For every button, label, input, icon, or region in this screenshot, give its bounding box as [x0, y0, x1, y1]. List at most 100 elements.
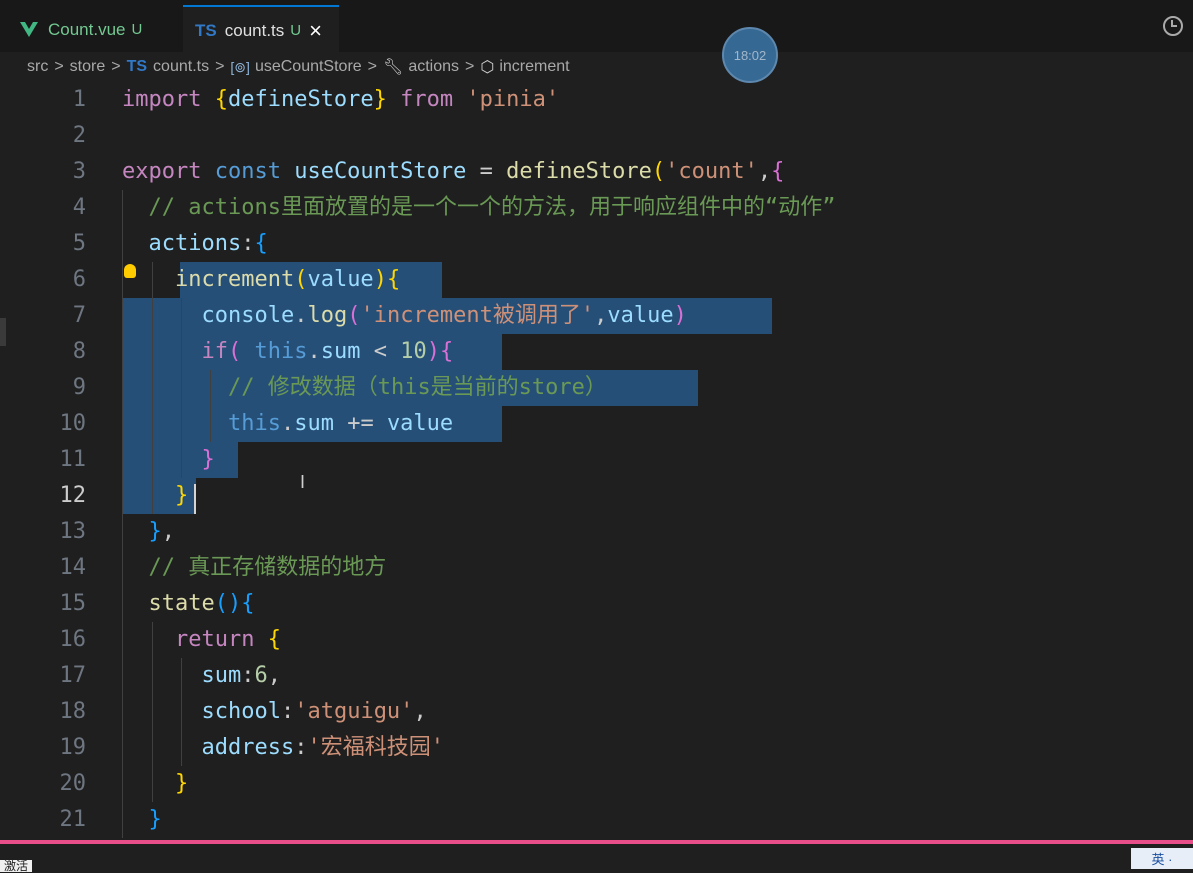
token: , [757, 159, 772, 184]
token: , [413, 699, 427, 724]
breadcrumb-store[interactable]: store [70, 58, 106, 76]
token: 'increment被调用了' [360, 303, 595, 328]
breadcrumb-property[interactable]: actions [408, 58, 459, 76]
code-text: } [122, 478, 188, 514]
breadcrumb-symbol[interactable]: useCountStore [255, 58, 362, 76]
tab-count-vue[interactable]: Count.vue U [8, 7, 178, 52]
token: : [241, 663, 255, 688]
code-text: this.sum += value [122, 406, 453, 442]
breadcrumb-file[interactable]: count.ts [153, 58, 209, 76]
code-text: if( this.sum < 10){ [122, 334, 453, 370]
token: if [201, 339, 228, 364]
token: { [214, 87, 228, 112]
comment: // actions里面放置的是一个一个的方法，用于响应组件中的“动作” [148, 195, 836, 220]
token: } [148, 519, 162, 544]
untracked-badge: U [290, 22, 302, 39]
tab-label: count.ts [224, 20, 285, 40]
token: state [148, 591, 215, 616]
token: 'count' [665, 159, 758, 184]
token: 6 [254, 663, 268, 688]
line-number: 5 [72, 231, 86, 256]
token: { [267, 627, 281, 652]
token: , [267, 663, 281, 688]
code-line: 8 if( this.sum < 10){ [0, 334, 1193, 370]
token: . [307, 339, 321, 364]
breadcrumb-src[interactable]: src [27, 58, 48, 76]
token: const [214, 159, 295, 184]
token: sum [320, 339, 361, 364]
token: : [294, 735, 308, 760]
code-line: 4 // actions里面放置的是一个一个的方法，用于响应组件中的“动作” [0, 190, 1193, 226]
code-line: 15 state(){ [0, 586, 1193, 622]
token: { [439, 339, 454, 364]
token: defineStore [506, 159, 652, 184]
code-line: 6 increment(value){ [0, 262, 1193, 298]
vue-file-icon [20, 22, 38, 37]
token: defineStore [227, 87, 374, 112]
line-number: 17 [59, 663, 87, 688]
line-number: 19 [59, 735, 87, 760]
code-text: address:'宏福科技园' [122, 730, 444, 766]
code-editor[interactable]: 1 import {defineStore} from 'pinia' 2 3 … [0, 82, 1193, 842]
wrench-icon: 🔧︎ [383, 59, 404, 76]
code-text: // actions里面放置的是一个一个的方法，用于响应组件中的“动作” [122, 190, 836, 226]
code-text: increment(value){ [122, 262, 400, 298]
chevron-right-icon: > [111, 58, 121, 75]
tab-count-ts[interactable]: TS count.ts U × [183, 5, 339, 54]
token: from [386, 87, 467, 112]
token: += [333, 411, 387, 436]
code-text: actions:{ [122, 226, 268, 262]
taskbar-label[interactable]: 激活 [0, 860, 33, 872]
code-text: state(){ [122, 586, 255, 622]
line-number: 21 [59, 807, 87, 832]
line-number: 15 [59, 591, 87, 616]
token: . [280, 411, 295, 436]
code-text: import {defineStore} from 'pinia' [122, 82, 559, 118]
token: increment [174, 267, 295, 292]
token: useCountStore [294, 159, 467, 184]
code-line: 20 } [0, 766, 1193, 802]
code-text: } [122, 442, 214, 478]
token: value [307, 267, 374, 292]
tab-label: Count.vue [48, 19, 126, 39]
token: value [607, 303, 674, 328]
token: sum [294, 411, 334, 436]
token: , [594, 303, 608, 328]
code-line: 16 return { [0, 622, 1193, 658]
token: ) [426, 339, 440, 364]
code-line: 5 actions:{ [0, 226, 1193, 262]
token: sum [201, 663, 242, 688]
token: ( [294, 267, 308, 292]
line-number: 3 [72, 159, 86, 184]
code-text: } [122, 802, 162, 838]
breadcrumb-method[interactable]: increment [499, 58, 569, 76]
close-icon[interactable]: × [309, 19, 322, 42]
token: log [307, 303, 348, 328]
history-icon[interactable] [1163, 16, 1183, 36]
text-caret [194, 484, 196, 514]
token: : [280, 699, 295, 724]
token: this [254, 339, 308, 364]
token: } [174, 483, 189, 508]
token: 'pinia' [466, 87, 560, 112]
code-line: 12 } [0, 478, 1193, 514]
code-line: 18 school:'atguigu', [0, 694, 1193, 730]
line-number: 8 [72, 339, 86, 364]
code-line: 11 } [0, 442, 1193, 478]
token: { [254, 231, 268, 256]
token: school [201, 699, 281, 724]
token: '宏福科技园' [307, 735, 444, 760]
line-number: 1 [72, 87, 86, 112]
token: = [466, 159, 507, 184]
token: ) [373, 267, 387, 292]
code-text: console.log('increment被调用了',value) [122, 298, 686, 334]
ime-indicator[interactable]: 英 · [1131, 848, 1193, 869]
token: export [122, 159, 215, 184]
token: { [241, 591, 255, 616]
code-line: 3 export const useCountStore = defineSto… [0, 154, 1193, 190]
mouse-ibeam-icon: I [300, 472, 306, 492]
code-line: 7 console.log('increment被调用了',value) [0, 298, 1193, 334]
code-text: // 修改数据（this是当前的store） [122, 370, 607, 406]
code-text: school:'atguigu', [122, 694, 427, 730]
code-line: 2 [0, 118, 1193, 154]
